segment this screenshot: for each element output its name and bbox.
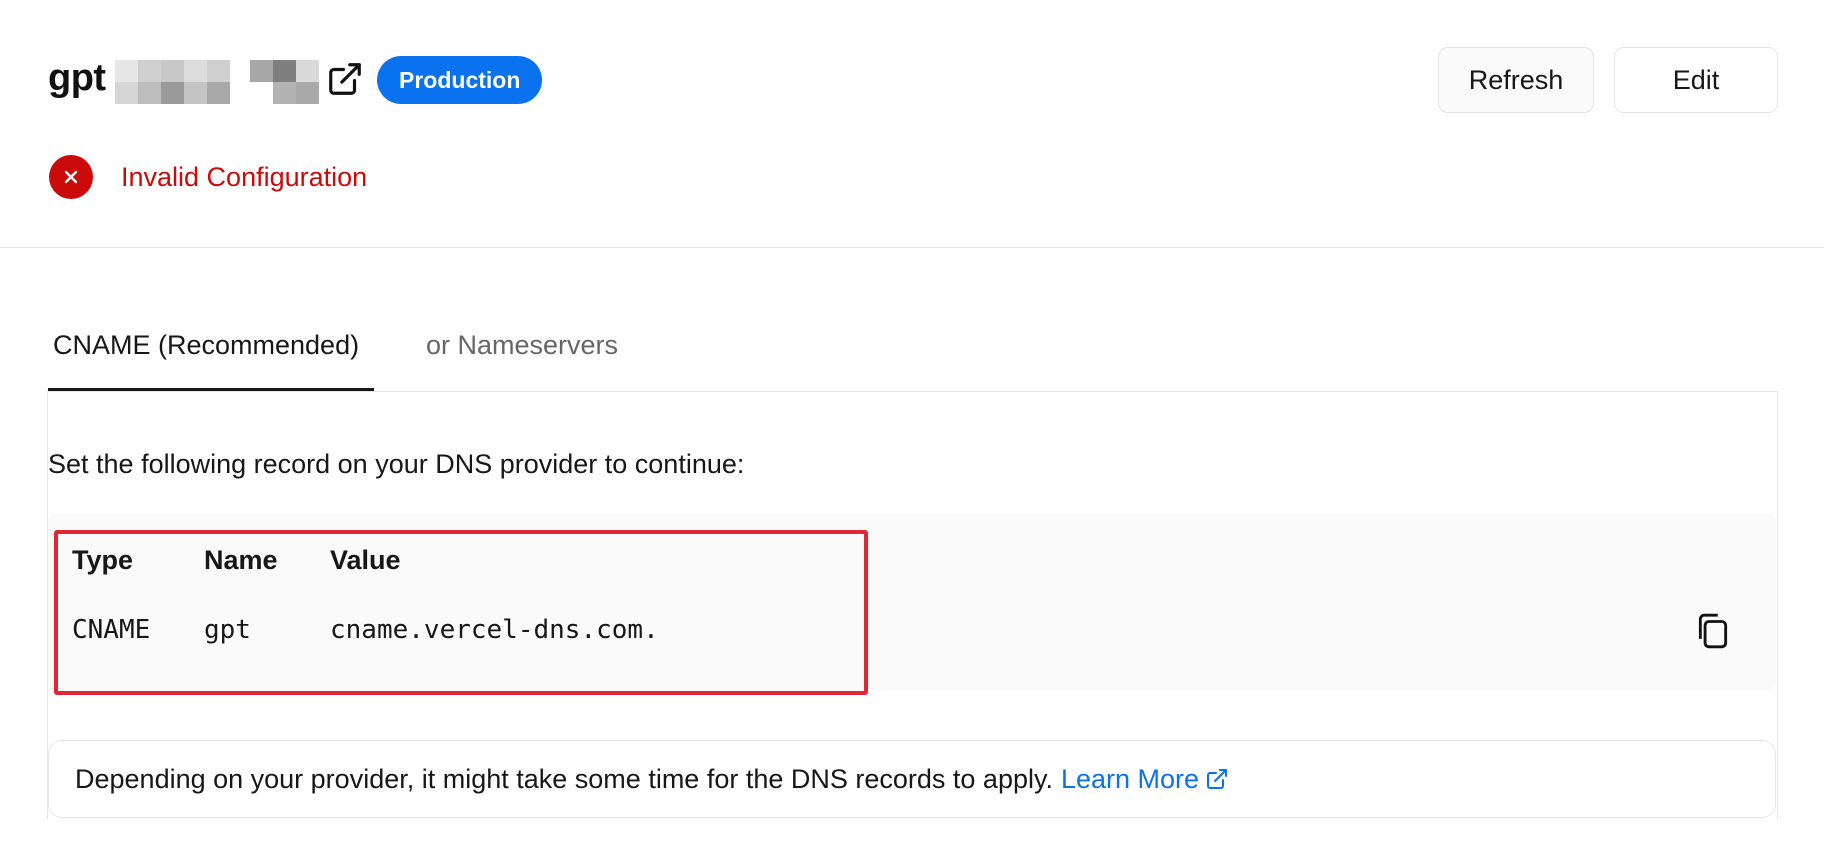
tab-cname[interactable]: CNAME (Recommended)	[48, 320, 374, 392]
copy-icon[interactable]	[1694, 610, 1732, 652]
status-text: Invalid Configuration	[121, 162, 368, 192]
column-header-type: Type	[72, 545, 134, 575]
record-value: cname.vercel-dns.com.	[330, 615, 659, 645]
domain-name: gpt	[48, 57, 106, 99]
tab-nameservers[interactable]: or Nameservers	[426, 320, 618, 392]
redacted-domain-part	[250, 60, 319, 104]
error-icon	[49, 155, 93, 199]
external-link-icon	[1207, 769, 1228, 789]
instruction-text: Set the following record on your DNS pro…	[48, 449, 745, 479]
learn-more-link[interactable]: Learn More	[1061, 764, 1229, 795]
record-name: gpt	[204, 615, 251, 645]
domain-header: gpt Production Refresh Edit Invalid Conf…	[0, 0, 1824, 248]
external-link-icon[interactable]	[326, 60, 364, 98]
config-status: Invalid Configuration	[49, 154, 367, 200]
propagation-note: Depending on your provider, it might tak…	[48, 740, 1776, 818]
edit-button[interactable]: Edit	[1614, 47, 1778, 113]
record-type-tabs: CNAME (Recommended) or Nameservers	[48, 320, 1778, 394]
column-header-value: Value	[330, 545, 401, 575]
redacted-domain-part	[115, 60, 230, 104]
note-text: Depending on your provider, it might tak…	[75, 763, 1053, 794]
column-header-name: Name	[204, 545, 278, 575]
learn-more-label: Learn More	[1060, 763, 1200, 794]
environment-badge: Production	[377, 56, 543, 104]
record-type: CNAME	[72, 615, 151, 645]
refresh-button[interactable]: Refresh	[1438, 47, 1594, 113]
